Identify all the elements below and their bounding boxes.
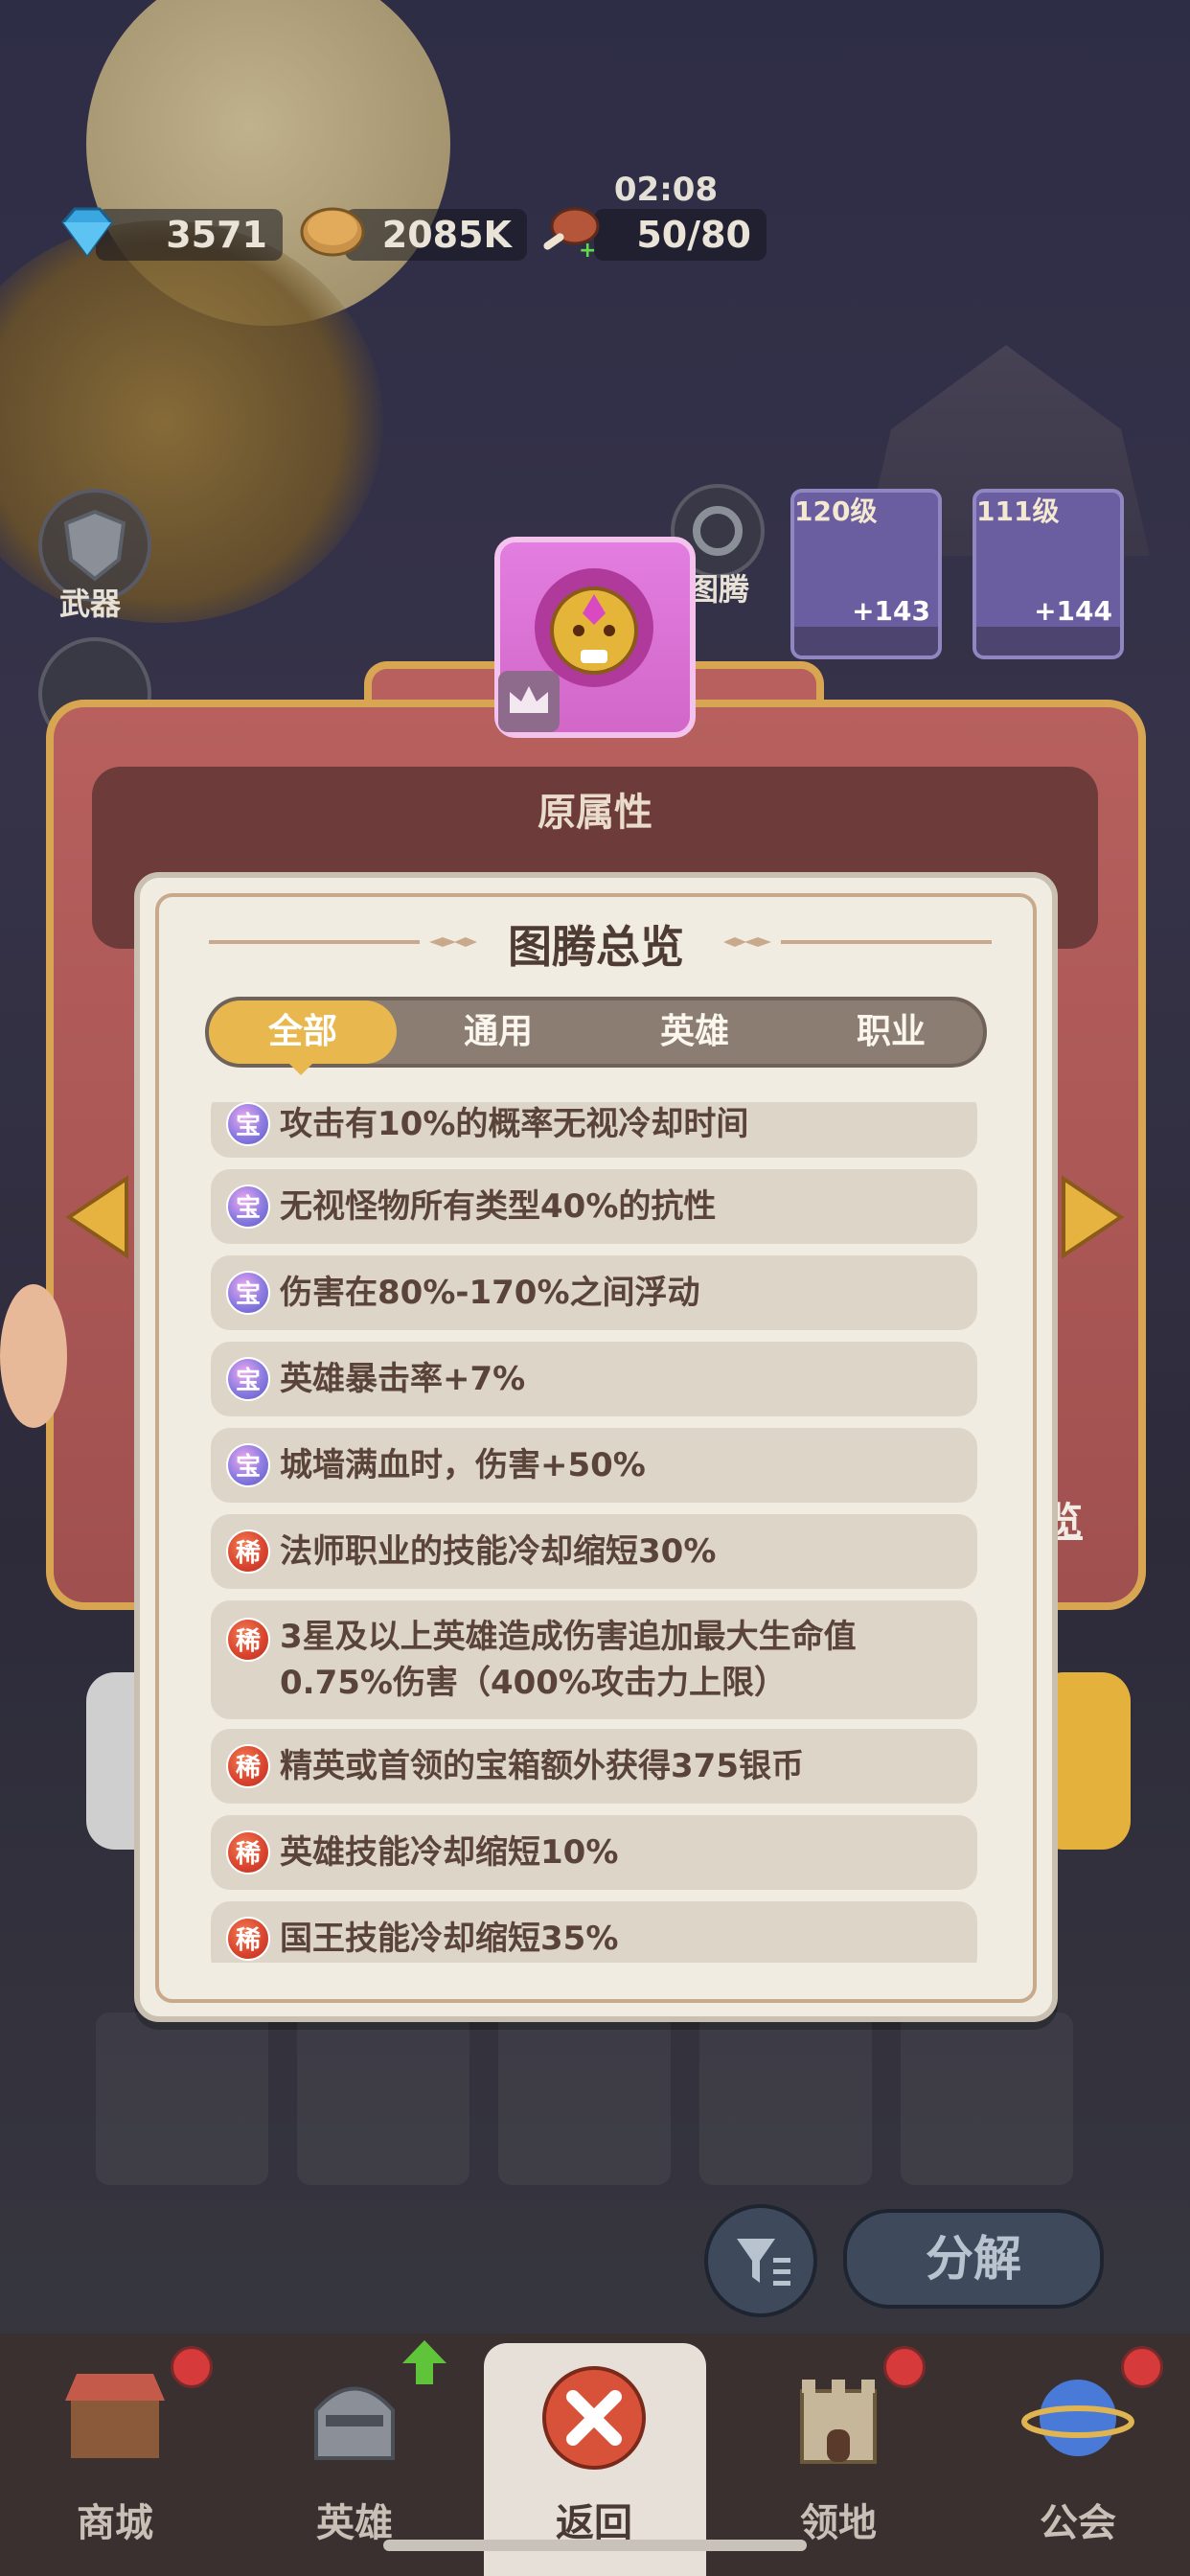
hero-card[interactable]: 111级 +144 [973, 489, 1124, 659]
weapon-label: 武器 [59, 586, 122, 622]
nav-guild-label: 公会 [1040, 2501, 1116, 2545]
rare-badge: 稀 [226, 1830, 270, 1874]
territory-notification-dot [883, 2346, 926, 2388]
effect-text: 国王技能冷却缩短35% [280, 1920, 619, 1958]
upgrade-arrow-icon [402, 2340, 446, 2384]
effect-text: 伤害在80%-170%之间浮动 [280, 1274, 700, 1312]
tab-hero[interactable]: 英雄 [599, 997, 790, 1068]
coin-icon [300, 207, 365, 257]
treasure-badge: 宝 [226, 1271, 270, 1315]
list-item: 宝 攻击有10%的概率无视冷却时间 [211, 1102, 977, 1158]
coins-counter: 2085K [345, 209, 527, 261]
hero-level: 120级 [794, 495, 878, 527]
filter-icon [737, 2239, 790, 2286]
hero-bonus: +143 [852, 595, 930, 627]
active-tab-pointer [286, 1060, 316, 1075]
nav-guild[interactable] [1020, 2362, 1135, 2472]
nav-return[interactable] [537, 2362, 652, 2472]
list-item: 稀 国王技能冷却缩短35% [211, 1901, 977, 1963]
effect-text: 无视怪物所有类型40%的抗性 [280, 1187, 717, 1226]
effect-text: 精英或首领的宝箱额外获得375银币 [280, 1747, 804, 1785]
nav-shop-label: 商城 [77, 2501, 153, 2545]
list-item: 稀 英雄技能冷却缩短10% [211, 1815, 977, 1890]
inventory-slot [901, 2012, 1073, 2185]
rare-badge: 稀 [226, 1917, 270, 1961]
filter-button[interactable] [704, 2204, 817, 2317]
hero-star-dots [976, 627, 1120, 656]
title-ornament-left [209, 937, 477, 947]
effect-text: 城墙满血时，伤害+50% [280, 1446, 646, 1484]
decompose-button[interactable]: 分解 [843, 2209, 1104, 2309]
crown-icon [498, 671, 560, 732]
totem-effect-list[interactable]: 宝 攻击有10%的概率无视冷却时间 宝 无视怪物所有类型40%的抗性 宝 伤害在… [205, 1102, 987, 1963]
gems-counter: 3571 [96, 209, 283, 261]
treasure-badge: 宝 [226, 1443, 270, 1487]
inventory-slot [498, 2012, 671, 2185]
arrow-right-icon[interactable] [1054, 1169, 1131, 1265]
inventory-slot [297, 2012, 469, 2185]
hero-helmet-icon [314, 2386, 395, 2460]
stamina-counter: 50/80 [594, 209, 767, 261]
hero-star-dots [794, 627, 938, 656]
tab-general[interactable]: 通用 [402, 997, 594, 1068]
list-item: 稀 精英或首领的宝箱额外获得375银币 [211, 1729, 977, 1804]
list-item: 稀 法师职业的技能冷却缩短30% [211, 1514, 977, 1589]
guild-notification-dot [1121, 2346, 1163, 2388]
rare-badge: 稀 [226, 1744, 270, 1788]
inventory-slot [699, 2012, 872, 2185]
nav-territory[interactable] [781, 2362, 896, 2472]
effect-text: 英雄暴击率+7% [280, 1360, 526, 1398]
effect-text: 3星及以上英雄造成伤害追加最大生命值0.75%伤害（400%攻击力上限） [280, 1618, 857, 1702]
stamina-value: 50/80 [636, 214, 751, 256]
list-item: 宝 英雄暴击率+7% [211, 1342, 977, 1416]
stamina-timer: 02:08 [613, 171, 719, 209]
title-ornament-right [723, 937, 992, 947]
effect-text: 攻击有10%的概率无视冷却时间 [280, 1105, 749, 1143]
planet-icon [1021, 2380, 1134, 2456]
close-icon [542, 2366, 646, 2470]
coins-value: 2085K [381, 214, 512, 256]
side-character-avatar[interactable] [0, 1284, 67, 1428]
shop-icon [65, 2374, 165, 2458]
effect-text: 法师职业的技能冷却缩短30% [280, 1532, 717, 1571]
hero-level: 111级 [976, 495, 1060, 527]
castle-icon [800, 2380, 877, 2464]
list-item: 宝 城墙满血时，伤害+50% [211, 1428, 977, 1503]
original-attributes-title: 原属性 [538, 791, 652, 835]
svg-text:+: + [579, 239, 596, 259]
tab-all[interactable]: 全部 [209, 1000, 397, 1064]
treasure-badge: 宝 [226, 1102, 270, 1146]
hero-card[interactable]: 120级 +143 [790, 489, 942, 659]
gem-icon [61, 207, 113, 258]
list-item: 宝 伤害在80%-170%之间浮动 [211, 1255, 977, 1330]
totem-label: 图腾 [688, 571, 750, 608]
rare-badge: 稀 [226, 1530, 270, 1574]
treasure-badge: 宝 [226, 1357, 270, 1401]
nav-shop[interactable] [57, 2362, 172, 2472]
meat-icon: + [543, 207, 600, 259]
rare-badge: 稀 [226, 1618, 270, 1662]
list-item: 稀 3星及以上英雄造成伤害追加最大生命值0.75%伤害（400%攻击力上限） [211, 1600, 977, 1719]
treasure-badge: 宝 [226, 1184, 270, 1229]
list-item: 宝 无视怪物所有类型40%的抗性 [211, 1169, 977, 1244]
inventory-slot [96, 2012, 268, 2185]
nav-hero[interactable] [297, 2362, 412, 2472]
home-indicator [383, 2540, 807, 2551]
tab-class[interactable]: 职业 [795, 997, 987, 1068]
hero-bonus: +144 [1034, 595, 1112, 627]
arrow-left-icon[interactable] [59, 1169, 136, 1265]
shop-notification-dot [171, 2346, 213, 2388]
gems-value: 3571 [166, 214, 267, 256]
effect-text: 英雄技能冷却缩短10% [280, 1833, 619, 1872]
